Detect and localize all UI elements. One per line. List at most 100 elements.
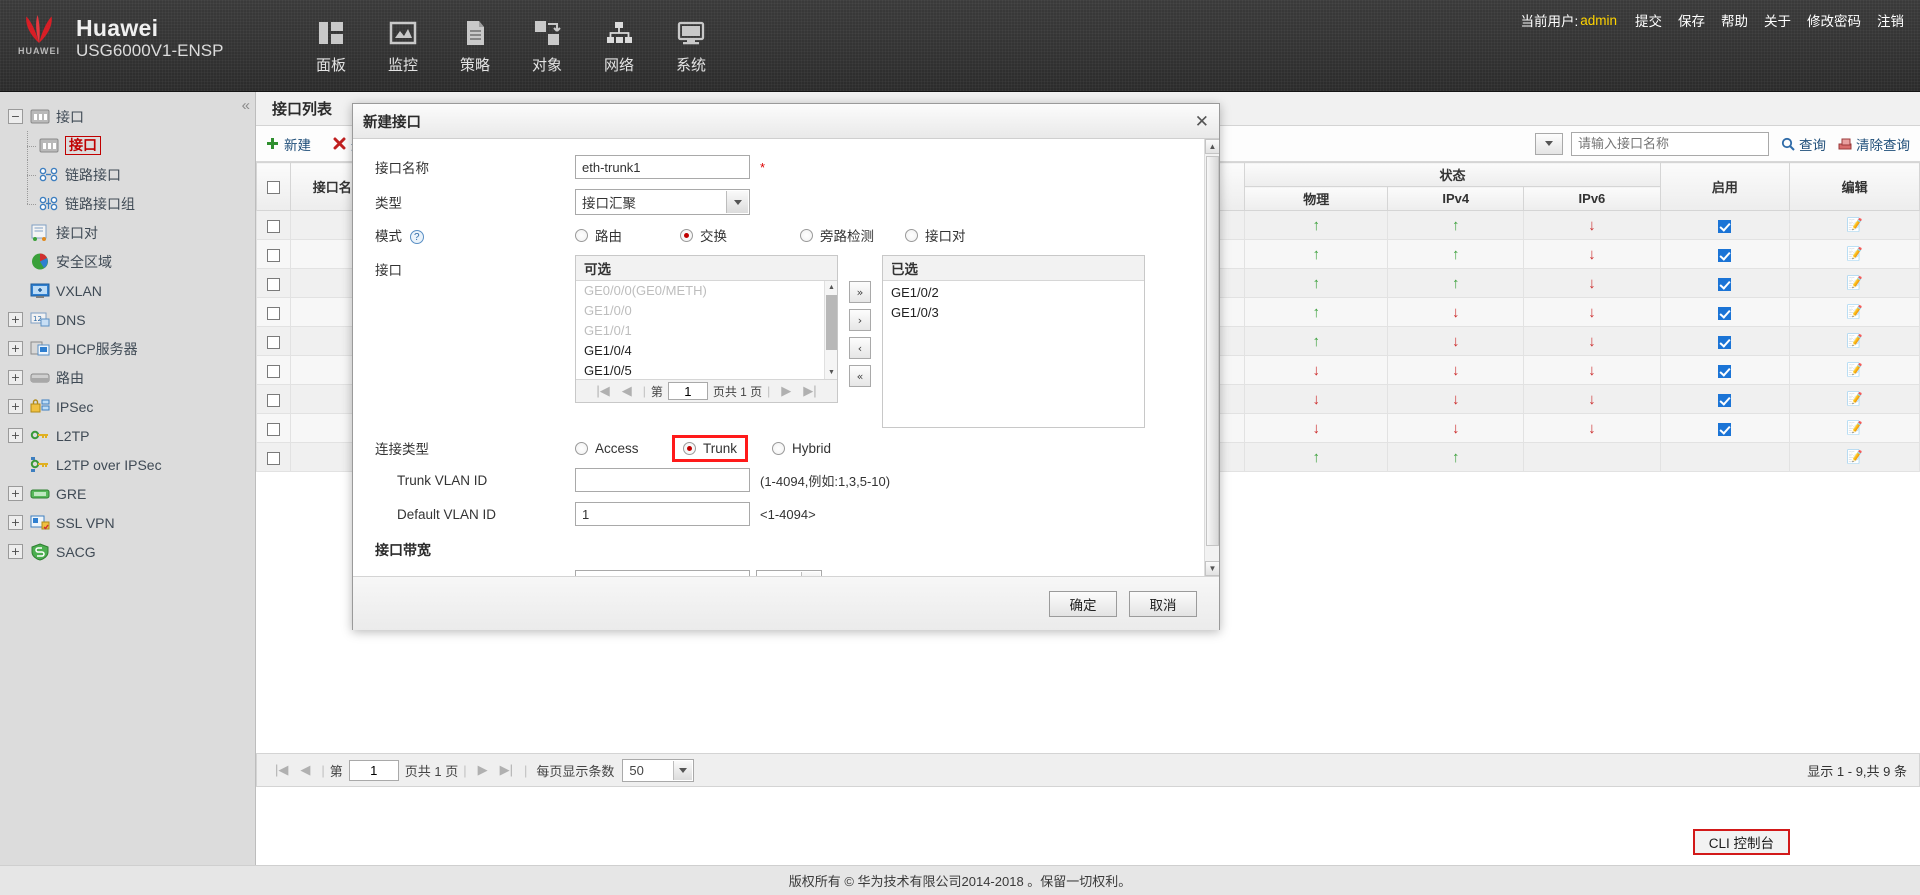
sidebar-item-security-zone[interactable]: 安全区域	[0, 247, 255, 276]
enable-checkbox[interactable]	[1718, 364, 1732, 378]
move-left-button[interactable]: ‹	[849, 337, 871, 359]
page-number-input[interactable]	[667, 382, 708, 400]
row-checkbox-cell[interactable]	[256, 442, 291, 472]
row-checkbox[interactable]	[266, 306, 280, 320]
row-checkbox[interactable]	[266, 451, 280, 465]
sidebar-item-l2tp-over-ipsec[interactable]: L2TP over IPSec	[0, 450, 255, 479]
row-checkbox-cell[interactable]	[256, 413, 291, 443]
header-link-submit[interactable]: 提交	[1635, 10, 1662, 30]
available-list[interactable]: GE0/0/0(GE0/METH) GE1/0/0 GE1/0/1 GE1/0/…	[576, 281, 837, 379]
prev-page-icon[interactable]: ◀	[300, 762, 310, 778]
row-checkbox-cell[interactable]	[256, 268, 291, 298]
search-button[interactable]: 查询	[1781, 134, 1826, 154]
enable-cell[interactable]	[1659, 355, 1791, 385]
enable-checkbox[interactable]	[1718, 335, 1732, 349]
nav-item-object[interactable]: 对象	[511, 10, 583, 78]
row-checkbox-cell[interactable]	[256, 326, 291, 356]
edit-cell[interactable]: 📝	[1789, 384, 1920, 414]
tree-toggle-icon[interactable]: +	[8, 370, 23, 385]
radio-icon[interactable]	[772, 441, 786, 455]
move-all-right-button[interactable]: »	[849, 281, 871, 303]
help-icon[interactable]: ?	[409, 230, 424, 245]
edit-cell[interactable]: 📝	[1789, 210, 1920, 240]
enable-checkbox[interactable]	[1718, 393, 1732, 407]
inbound-bandwidth-unit-select[interactable]: Mbps	[756, 570, 822, 576]
nav-item-policy[interactable]: 策略	[439, 10, 511, 78]
enable-cell[interactable]	[1659, 210, 1791, 240]
row-checkbox-cell[interactable]	[256, 239, 291, 269]
row-checkbox-cell[interactable]	[256, 297, 291, 327]
sidebar-item-link-interface[interactable]: 链路接口	[0, 160, 255, 189]
row-checkbox-cell[interactable]	[256, 384, 291, 414]
radio-icon[interactable]	[575, 441, 588, 455]
available-list-scrollbar[interactable]: ▲ ▼	[824, 281, 837, 379]
enable-cell[interactable]	[1659, 384, 1791, 414]
dialog-scrollbar[interactable]: ▲ ▼	[1204, 139, 1219, 576]
enable-cell[interactable]	[1659, 239, 1791, 269]
mode-radio-bypass[interactable]: 旁路检测	[800, 225, 905, 245]
mode-radio-switch[interactable]: 交换	[680, 225, 800, 245]
edit-cell[interactable]: 📝	[1789, 326, 1920, 356]
sidebar-item-l2tp[interactable]: + L2TP	[0, 421, 255, 450]
filter-dropdown-button[interactable]	[1535, 132, 1563, 155]
last-page-icon[interactable]: ▶|	[500, 762, 513, 778]
enable-cell[interactable]	[1659, 413, 1791, 443]
radio-icon[interactable]	[905, 228, 918, 242]
header-link-save[interactable]: 保存	[1678, 10, 1705, 30]
next-page-icon[interactable]: ▶	[478, 762, 488, 778]
header-link-logout[interactable]: 注销	[1877, 10, 1904, 30]
cli-console-button[interactable]: CLI 控制台	[1692, 829, 1790, 855]
first-page-icon[interactable]: |◀	[275, 762, 288, 778]
radio-icon-selected[interactable]	[680, 228, 693, 242]
radio-icon[interactable]	[575, 228, 588, 242]
edit-icon[interactable]: 📝	[1847, 449, 1863, 464]
row-checkbox[interactable]	[266, 219, 280, 233]
edit-icon[interactable]: 📝	[1847, 391, 1863, 406]
chevron-down-icon[interactable]	[673, 760, 693, 780]
edit-icon[interactable]: 📝	[1847, 333, 1863, 348]
trunk-vlan-input[interactable]	[575, 468, 750, 492]
row-checkbox-cell[interactable]	[256, 355, 291, 385]
radio-icon[interactable]	[800, 228, 813, 242]
list-item[interactable]: GE1/0/3	[883, 303, 1144, 323]
edit-icon[interactable]: 📝	[1847, 275, 1863, 290]
last-page-icon[interactable]: ▶|	[803, 383, 816, 399]
tree-toggle-icon[interactable]: +	[8, 428, 23, 443]
enable-cell[interactable]	[1659, 326, 1791, 356]
enable-checkbox[interactable]	[1718, 306, 1732, 320]
search-input[interactable]	[1571, 131, 1769, 156]
sidebar-item-gre[interactable]: + GRE	[0, 479, 255, 508]
sidebar-item-dns[interactable]: + 12 DNS	[0, 305, 255, 334]
sidebar-item-interface-pair[interactable]: 接口对	[0, 218, 255, 247]
nav-item-monitor[interactable]: 监控	[367, 10, 439, 78]
scroll-up-icon[interactable]: ▲	[1205, 139, 1219, 154]
row-checkbox[interactable]	[266, 335, 280, 349]
sidebar-item-interface[interactable]: 接口	[0, 131, 255, 160]
conn-radio-access[interactable]: Access	[575, 441, 680, 456]
enable-cell[interactable]	[1659, 297, 1791, 327]
scrollbar-thumb[interactable]	[826, 295, 837, 350]
scroll-down-icon[interactable]: ▼	[1205, 561, 1219, 576]
type-select[interactable]: 接口汇聚	[575, 189, 750, 215]
sidebar-item-dhcp-server[interactable]: + DHCP服务器	[0, 334, 255, 363]
tree-toggle-icon[interactable]: +	[8, 312, 23, 327]
enable-checkbox[interactable]	[1718, 219, 1732, 233]
prev-page-icon[interactable]: ◀	[622, 383, 632, 399]
clear-search-button[interactable]: 清除查询	[1838, 134, 1910, 154]
row-checkbox[interactable]	[266, 364, 280, 378]
edit-cell[interactable]: 📝	[1789, 239, 1920, 269]
conn-radio-hybrid[interactable]: Hybrid	[772, 441, 831, 456]
tree-toggle-icon[interactable]: +	[8, 515, 23, 530]
edit-cell[interactable]: 📝	[1789, 442, 1920, 472]
sidebar-item-link-interface-group[interactable]: 链路接口组	[0, 189, 255, 218]
edit-icon[interactable]: 📝	[1847, 304, 1863, 319]
row-checkbox[interactable]	[266, 422, 280, 436]
nav-item-system[interactable]: 系统	[655, 10, 727, 78]
row-checkbox[interactable]	[266, 393, 280, 407]
move-right-button[interactable]: ›	[849, 309, 871, 331]
scroll-down-icon[interactable]: ▼	[825, 366, 837, 379]
mode-radio-pair[interactable]: 接口对	[905, 225, 966, 245]
edit-icon[interactable]: 📝	[1847, 246, 1863, 261]
next-page-icon[interactable]: ▶	[781, 383, 791, 399]
sidebar-item-ssl-vpn[interactable]: + SSL VPN	[0, 508, 255, 537]
